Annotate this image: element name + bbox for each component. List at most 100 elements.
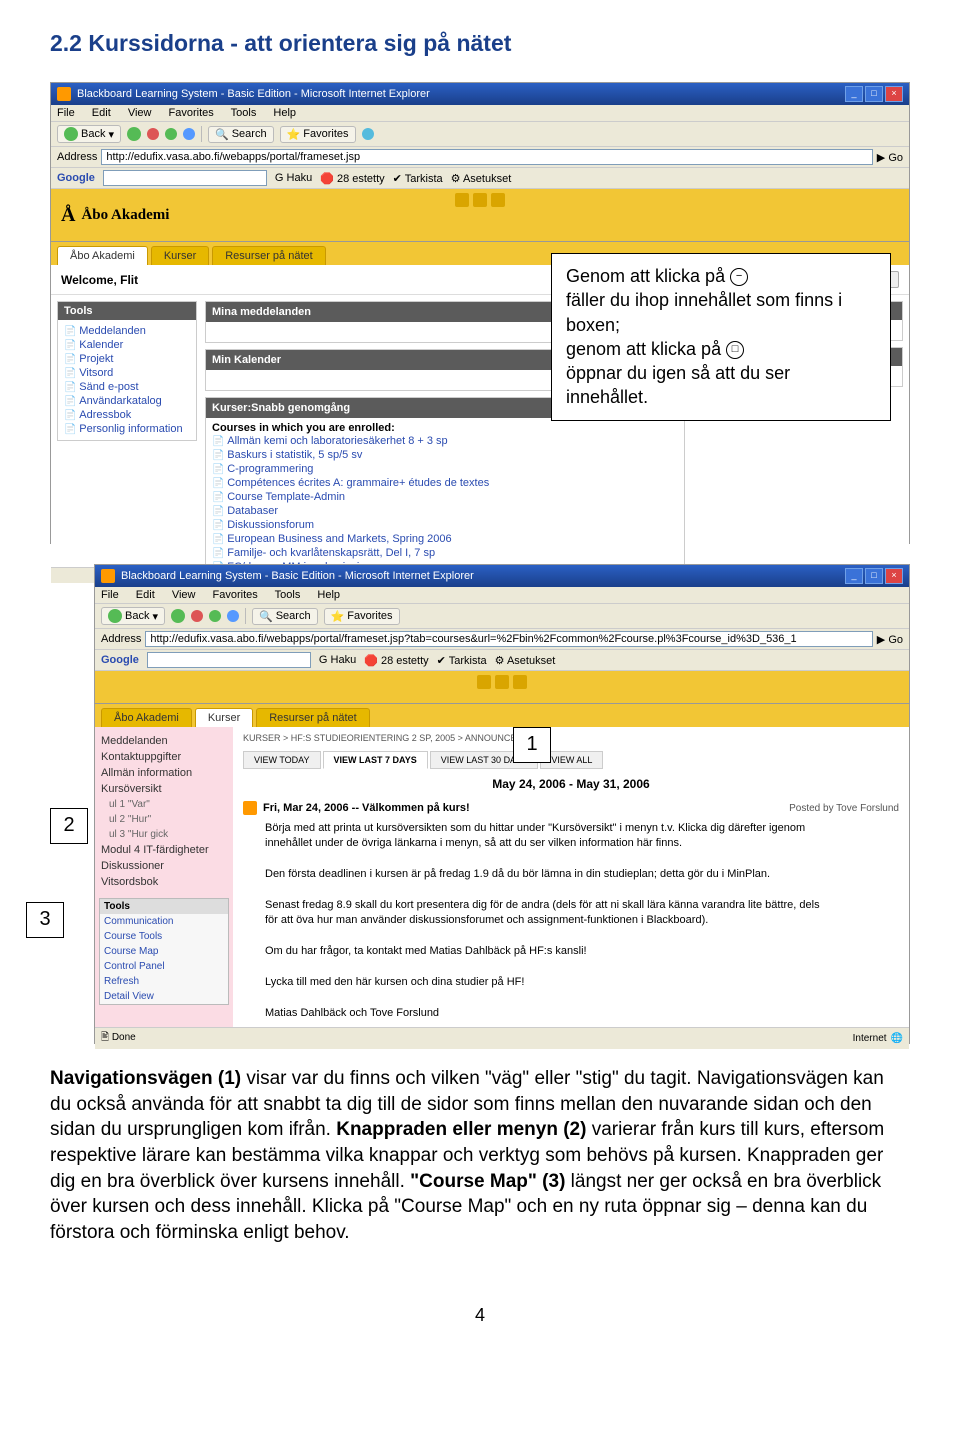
menu-tools[interactable]: Tools	[231, 107, 257, 119]
view-today[interactable]: VIEW TODAY	[243, 751, 321, 769]
back-button[interactable]: Back ▾	[57, 125, 121, 143]
google-search-input[interactable]	[103, 170, 267, 186]
help-icon[interactable]	[495, 675, 509, 689]
menu-favorites[interactable]: Favorites	[169, 107, 214, 119]
list-item[interactable]: European Business and Markets, Spring 20…	[212, 532, 678, 546]
stop-button[interactable]	[147, 128, 159, 140]
tools-title: Tools	[64, 305, 93, 317]
list-item[interactable]: Meddelanden	[64, 324, 190, 338]
list-item[interactable]: Användarkatalog	[64, 394, 190, 408]
home-icon[interactable]	[455, 193, 469, 207]
google-settings[interactable]: ⚙ Asetukset	[451, 172, 512, 185]
menu-favorites[interactable]: Favorites	[213, 589, 258, 601]
list-item[interactable]: Diskussioner	[99, 858, 229, 874]
menu-edit[interactable]: Edit	[92, 107, 111, 119]
logout-icon[interactable]	[491, 193, 505, 207]
forward-button[interactable]	[171, 609, 185, 623]
list-item[interactable]: Modul 4 IT-färdigheter	[99, 842, 229, 858]
back-button[interactable]: Back ▾	[101, 607, 165, 625]
max-icon[interactable]: □	[865, 86, 883, 102]
media-button[interactable]	[362, 128, 374, 140]
heading: 2.2 Kurssidorna - att orientera sig på n…	[50, 30, 910, 57]
list-item[interactable]: Course Template-Admin	[212, 490, 678, 504]
list-item[interactable]: Allmän information	[99, 765, 229, 781]
address-input[interactable]	[101, 149, 872, 165]
forward-button[interactable]	[127, 127, 141, 141]
tab-kurser[interactable]: Kurser	[195, 708, 253, 727]
list-item[interactable]: Compétences écrites A: grammaire+ études…	[212, 476, 678, 490]
min-icon[interactable]: _	[845, 568, 863, 584]
close-icon[interactable]: ×	[885, 568, 903, 584]
list-item[interactable]: Kontaktuppgifter	[99, 749, 229, 765]
list-item[interactable]: Personlig information	[64, 422, 190, 436]
menu-help[interactable]: Help	[317, 589, 340, 601]
search-button[interactable]: 🔍 Search	[252, 608, 318, 625]
callout-1: 1	[513, 727, 551, 763]
max-icon[interactable]: □	[865, 568, 883, 584]
view-7days[interactable]: VIEW LAST 7 DAYS	[323, 751, 428, 769]
min-icon[interactable]: _	[845, 86, 863, 102]
refresh-button[interactable]	[165, 128, 177, 140]
favorites-button[interactable]: ⭐ Favorites	[324, 608, 400, 625]
tab-abo[interactable]: Åbo Akademi	[57, 246, 148, 265]
list-item[interactable]: Course Tools	[100, 929, 228, 944]
list-item[interactable]: Control Panel	[100, 959, 228, 974]
favorites-button[interactable]: ⭐ Favorites	[280, 126, 356, 143]
list-item[interactable]: Meddelanden	[99, 733, 229, 749]
list-item[interactable]: Diskussionsforum	[212, 518, 678, 532]
list-item[interactable]: Projekt	[64, 352, 190, 366]
go-button[interactable]: ▶ Go	[877, 633, 903, 646]
address-input[interactable]	[145, 631, 872, 647]
google-settings[interactable]: ⚙ Asetukset	[495, 654, 556, 667]
google-search-input[interactable]	[147, 652, 311, 668]
list-item[interactable]: Detail View	[100, 989, 228, 1004]
tab-abo[interactable]: Åbo Akademi	[101, 708, 192, 727]
list-item[interactable]: Vitsordsbok	[99, 874, 229, 890]
google-blocked[interactable]: 🛑 28 estetty	[364, 654, 428, 667]
list-item[interactable]: C-programmering	[212, 462, 678, 476]
list-item[interactable]: Kursöversikt	[99, 781, 229, 797]
home-icon[interactable]	[477, 675, 491, 689]
google-check[interactable]: ✔ Tarkista	[393, 172, 443, 185]
menu-tools[interactable]: Tools	[275, 589, 301, 601]
refresh-button[interactable]	[209, 610, 221, 622]
list-item[interactable]: Familje- och kvarlåtenskapsrätt, Del I, …	[212, 546, 678, 560]
stop-button[interactable]	[191, 610, 203, 622]
logout-icon[interactable]	[513, 675, 527, 689]
menu-edit[interactable]: Edit	[136, 589, 155, 601]
list-item[interactable]: Refresh	[100, 974, 228, 989]
internet-zone: Internet	[853, 1033, 887, 1044]
help-icon[interactable]	[473, 193, 487, 207]
google-blocked[interactable]: 🛑 28 estetty	[320, 172, 384, 185]
enrolled-label: Courses in which you are enrolled:	[212, 422, 395, 434]
tab-resurser[interactable]: Resurser på nätet	[212, 246, 325, 265]
list-item[interactable]: ul 3 "Hur gick	[99, 827, 229, 842]
tab-resurser[interactable]: Resurser på nätet	[256, 708, 369, 727]
breadcrumb[interactable]: KURSER > HF:S STUDIEORIENTERING 2 SP, 20…	[243, 733, 899, 743]
google-haku[interactable]: G Haku	[319, 654, 356, 666]
list-item[interactable]: Allmän kemi och laboratoriesäkerhet 8 + …	[212, 434, 678, 448]
google-check[interactable]: ✔ Tarkista	[437, 654, 487, 667]
menu-help[interactable]: Help	[273, 107, 296, 119]
home-button[interactable]	[227, 610, 239, 622]
list-item[interactable]: Vitsord	[64, 366, 190, 380]
list-item[interactable]: Baskurs i statistik, 5 sp/5 sv	[212, 448, 678, 462]
google-haku[interactable]: G Haku	[275, 172, 312, 184]
home-button[interactable]	[183, 128, 195, 140]
close-icon[interactable]: ×	[885, 86, 903, 102]
go-button[interactable]: ▶ Go	[877, 151, 903, 164]
list-item[interactable]: ul 2 "Hur"	[99, 812, 229, 827]
search-button[interactable]: 🔍 Search	[208, 126, 274, 143]
list-item[interactable]: Databaser	[212, 504, 678, 518]
list-item[interactable]: Kalender	[64, 338, 190, 352]
list-item[interactable]: Adressbok	[64, 408, 190, 422]
list-item[interactable]: Communication	[100, 914, 228, 929]
menu-view[interactable]: View	[128, 107, 152, 119]
list-item[interactable]: Course Map	[100, 944, 228, 959]
menu-file[interactable]: File	[101, 589, 119, 601]
tab-kurser[interactable]: Kurser	[151, 246, 209, 265]
menu-view[interactable]: View	[172, 589, 196, 601]
menu-file[interactable]: File	[57, 107, 75, 119]
list-item[interactable]: ul 1 "Var"	[99, 797, 229, 812]
list-item[interactable]: Sänd e-post	[64, 380, 190, 394]
